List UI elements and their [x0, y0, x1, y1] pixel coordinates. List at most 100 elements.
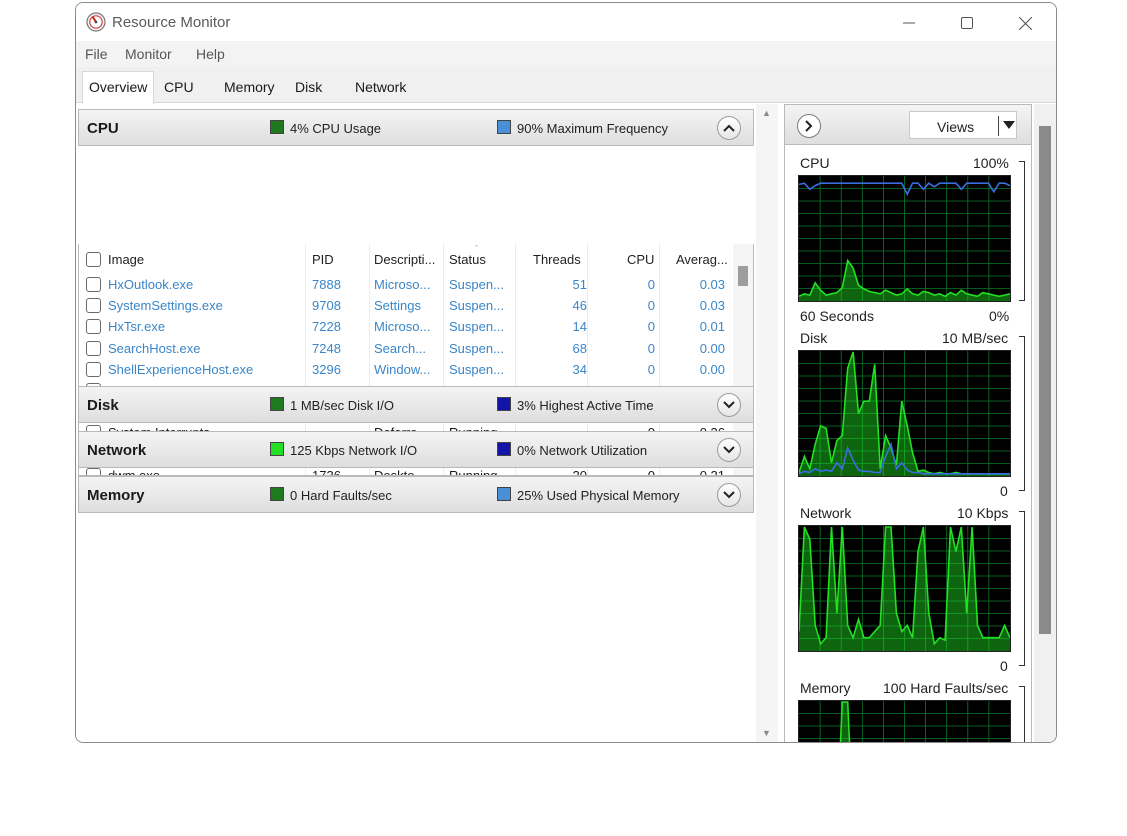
network-io-legend-swatch [270, 442, 284, 456]
column-header-description[interactable]: Descripti... [374, 252, 435, 267]
process-checkbox[interactable] [86, 319, 101, 335]
cell-cpu: 0 [647, 340, 655, 356]
views-label: Views [937, 119, 975, 135]
cell-description: Window... [374, 361, 431, 377]
menu-file[interactable]: File [85, 46, 108, 62]
process-checkbox[interactable] [86, 298, 101, 314]
select-all-checkbox[interactable] [86, 252, 101, 267]
memory-section-title: Memory [87, 487, 145, 504]
disk-expand-button[interactable] [717, 393, 741, 417]
disk-section-header[interactable]: Disk 1 MB/sec Disk I/O 3% Highest Active… [78, 386, 754, 423]
process-checkbox[interactable] [86, 361, 101, 377]
graph-panel-scrollbar[interactable] [1034, 104, 1056, 742]
column-header-average[interactable]: Averag... [676, 252, 728, 267]
cell-pid: 7248 [312, 340, 341, 356]
scroll-up-icon[interactable]: ▲ [762, 108, 771, 118]
views-dropdown[interactable]: Views [909, 111, 1017, 139]
max-frequency-text: 90% Maximum Frequency [517, 121, 668, 136]
cell-cpu: 0 [647, 467, 655, 476]
cell-image: SystemSettings.exe [108, 298, 223, 314]
column-header-pid[interactable]: PID [312, 252, 334, 267]
chevron-right-icon [805, 120, 813, 132]
tab-cpu[interactable]: CPU [164, 79, 194, 95]
network-expand-button[interactable] [717, 438, 741, 462]
chevron-down-icon [723, 446, 735, 454]
graph-panel-toggle-button[interactable] [797, 114, 821, 138]
cell-pid: 7228 [312, 319, 341, 335]
process-row[interactable]: HxOutlook.exe 7888 Microso... Suspen... 51 0 0… [79, 274, 733, 295]
tab-overview[interactable]: Overview [82, 71, 155, 104]
resource-monitor-window: Resource Monitor File Monitor Help Overv… [75, 2, 1057, 743]
cpu-graph-max: 100% [973, 155, 1009, 171]
cell-threads: 68 [572, 340, 587, 356]
title-bar: Resource Monitor [76, 3, 1056, 41]
memory-expand-button[interactable] [717, 483, 741, 507]
left-panel-scrollbar[interactable]: ▲ ▼ [756, 104, 778, 742]
max-frequency-legend-swatch [497, 120, 511, 134]
network-graph-max: 10 Kbps [957, 505, 1009, 521]
network-graph [798, 525, 1011, 652]
process-checkbox[interactable] [86, 467, 101, 475]
memory-section-header[interactable]: Memory 0 Hard Faults/sec 25% Used Physic… [78, 476, 754, 513]
cell-average: 0.03 [699, 277, 725, 292]
hard-faults-legend-swatch [270, 487, 284, 501]
column-header-cpu[interactable]: CPU [627, 252, 654, 267]
tab-disk[interactable]: Disk [295, 79, 322, 95]
hard-faults-text: 0 Hard Faults/sec [290, 488, 392, 503]
menu-monitor[interactable]: Monitor [125, 46, 172, 62]
cell-cpu: 0 [647, 298, 655, 314]
column-header-image[interactable]: Image [108, 252, 144, 267]
chevron-up-icon [723, 124, 735, 132]
disk-section-title: Disk [87, 397, 119, 414]
column-header-threads[interactable]: Threads [533, 252, 581, 267]
cpu-graph-min: 0% [989, 308, 1010, 324]
cpu-table-scroll-thumb[interactable] [738, 266, 748, 286]
cpu-usage-text: 4% CPU Usage [290, 121, 382, 136]
cell-image: SearchHost.exe [108, 340, 201, 356]
cell-pid: 3296 [312, 361, 341, 377]
cell-description: Microso... [374, 277, 431, 292]
process-checkbox[interactable] [86, 277, 101, 292]
menu-bar: File Monitor Help [76, 41, 1056, 67]
cell-image: HxTsr.exe [108, 319, 166, 335]
cell-threads: 51 [572, 277, 587, 292]
maximize-button[interactable] [944, 9, 990, 37]
process-row[interactable]: SearchHost.exe 7248 Search... Suspen... 68 0 0… [79, 338, 733, 359]
physical-memory-legend-swatch [497, 487, 511, 501]
cell-average: 0.00 [699, 361, 725, 377]
cell-status: Suspen... [449, 277, 504, 292]
disk-graph [798, 350, 1011, 477]
cell-cpu: 0 [647, 277, 655, 292]
cell-pid: 7888 [312, 277, 341, 292]
close-button[interactable] [1002, 9, 1048, 37]
process-checkbox[interactable] [86, 340, 101, 356]
scroll-down-icon[interactable]: ▼ [762, 728, 771, 738]
minimize-button[interactable] [886, 9, 932, 37]
disk-graph-max: 10 MB/sec [942, 330, 1009, 346]
cell-status: Suspen... [449, 361, 504, 377]
process-row[interactable]: HxTsr.exe 7228 Microso... Suspen... 14 0 0.01 [79, 316, 733, 337]
cpu-section-title: CPU [87, 120, 119, 137]
cpu-collapse-button[interactable] [717, 116, 741, 140]
tab-network[interactable]: Network [355, 79, 406, 95]
maximize-icon [961, 17, 973, 29]
process-row[interactable]: ShellExperienceHost.exe 3296 Window... Susp… [79, 359, 733, 380]
cell-description: Deskto... [374, 467, 426, 476]
cpu-section-header[interactable]: CPU 4% CPU Usage 90% Maximum Frequency [78, 109, 754, 146]
cpu-graph-time-span: 60 Seconds [800, 308, 874, 324]
column-header-status[interactable]: Status [449, 252, 486, 267]
network-graph-min: 0 [1000, 658, 1008, 674]
cell-status: Suspen... [449, 319, 504, 335]
tab-memory[interactable]: Memory [224, 79, 275, 95]
menu-help[interactable]: Help [196, 46, 225, 62]
cell-image: ShellExperienceHost.exe [108, 361, 254, 377]
network-section-header[interactable]: Network 125 Kbps Network I/O 0% Network … [78, 431, 754, 468]
graph-panel-scroll-thumb[interactable] [1039, 126, 1051, 634]
cell-description: Microso... [374, 319, 431, 335]
cell-status: Running [449, 467, 498, 476]
close-icon [1018, 16, 1032, 30]
disk-graph-min: 0 [1000, 483, 1008, 499]
chevron-down-icon [723, 401, 735, 409]
process-row[interactable]: SystemSettings.exe 9708 Settings Suspen... 4… [79, 295, 733, 316]
cell-pid: 9708 [312, 298, 341, 314]
